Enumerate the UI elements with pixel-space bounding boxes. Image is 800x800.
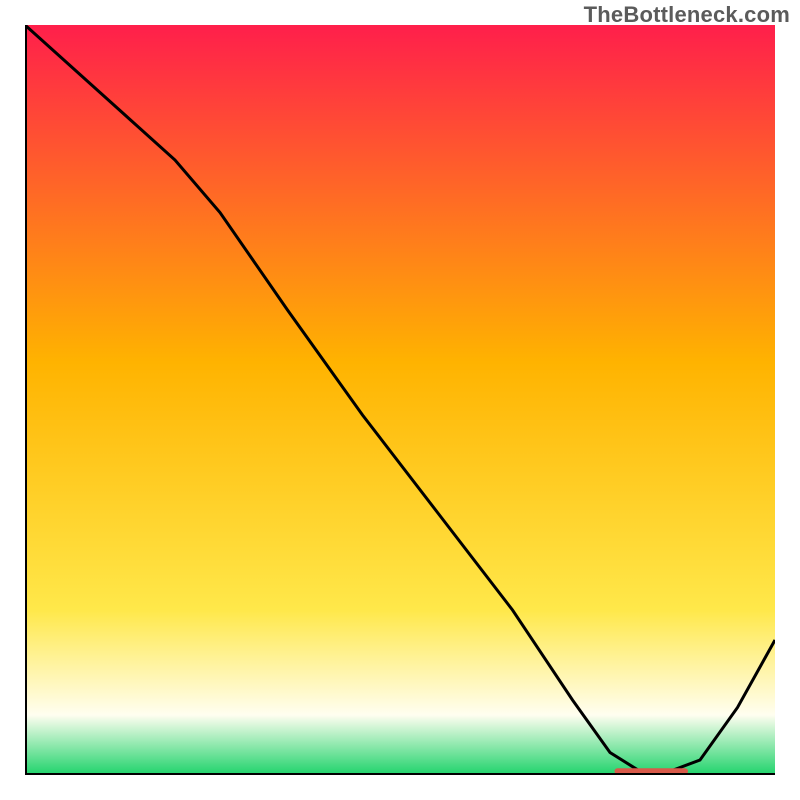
chart-svg (25, 25, 775, 775)
gradient-background (25, 25, 775, 775)
plot-area (25, 25, 775, 775)
chart-container: TheBottleneck.com (0, 0, 800, 800)
